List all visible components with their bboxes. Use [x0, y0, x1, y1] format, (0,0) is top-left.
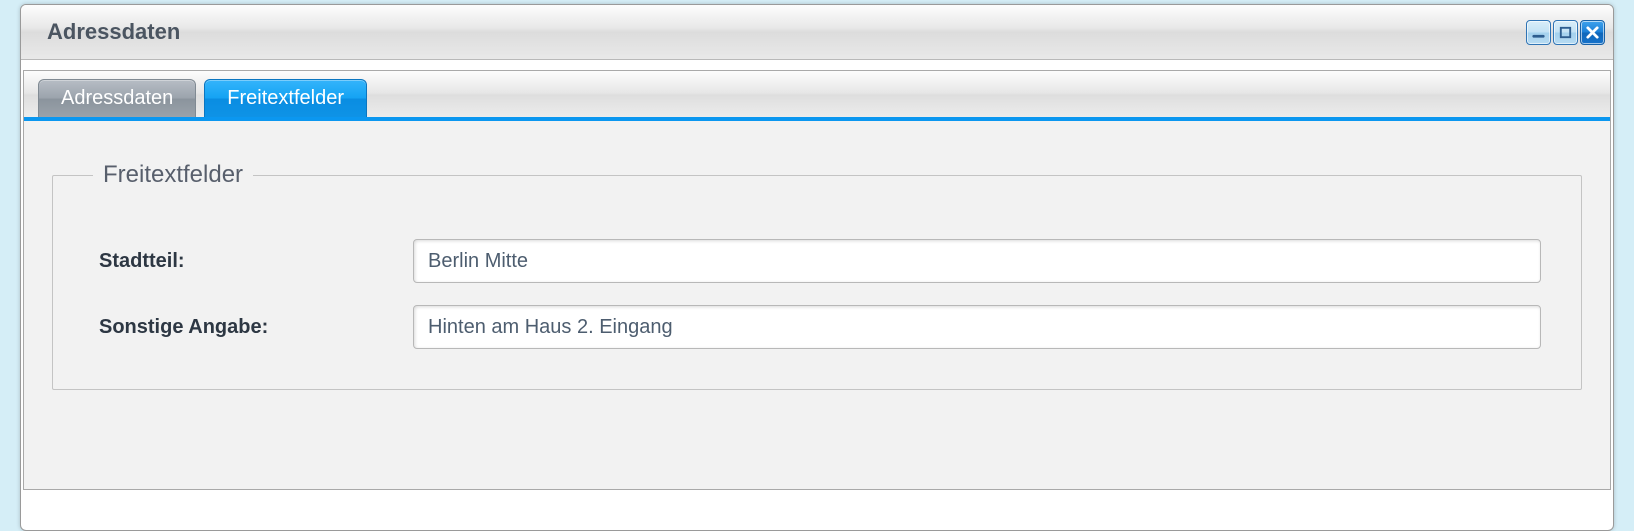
- panel: Adressdaten Freitextfelder Freitextfelde…: [23, 70, 1611, 490]
- input-sonstige-angabe[interactable]: [413, 305, 1541, 349]
- maximize-icon: [1558, 25, 1573, 40]
- tab-adressdaten[interactable]: Adressdaten: [38, 79, 196, 117]
- maximize-button[interactable]: [1553, 20, 1578, 45]
- input-stadtteil[interactable]: [413, 239, 1541, 283]
- tab-freitextfelder[interactable]: Freitextfelder: [204, 79, 367, 117]
- close-icon: [1585, 25, 1600, 40]
- row-stadtteil: Stadtteil:: [93, 239, 1541, 283]
- fieldset-legend: Freitextfelder: [93, 161, 253, 189]
- minimize-icon: [1531, 25, 1546, 40]
- row-sonstige-angabe: Sonstige Angabe:: [93, 305, 1541, 349]
- label-sonstige-angabe: Sonstige Angabe:: [93, 316, 413, 339]
- window-buttons: [1526, 20, 1605, 45]
- close-button[interactable]: [1580, 20, 1605, 45]
- window-body: Adressdaten Freitextfelder Freitextfelde…: [21, 60, 1613, 530]
- tabstrip: Adressdaten Freitextfelder: [24, 71, 1610, 121]
- minimize-button[interactable]: [1526, 20, 1551, 45]
- titlebar: Adressdaten: [21, 5, 1613, 60]
- tab-content-freitext: Freitextfelder Stadtteil: Sonstige Angab…: [24, 121, 1610, 420]
- fieldset-freitextfelder: Freitextfelder Stadtteil: Sonstige Angab…: [52, 161, 1582, 390]
- label-stadtteil: Stadtteil:: [93, 250, 413, 273]
- window-title: Adressdaten: [47, 19, 180, 45]
- window-adressdaten: Adressdaten Adressdaten Freitextfelder F…: [20, 4, 1614, 531]
